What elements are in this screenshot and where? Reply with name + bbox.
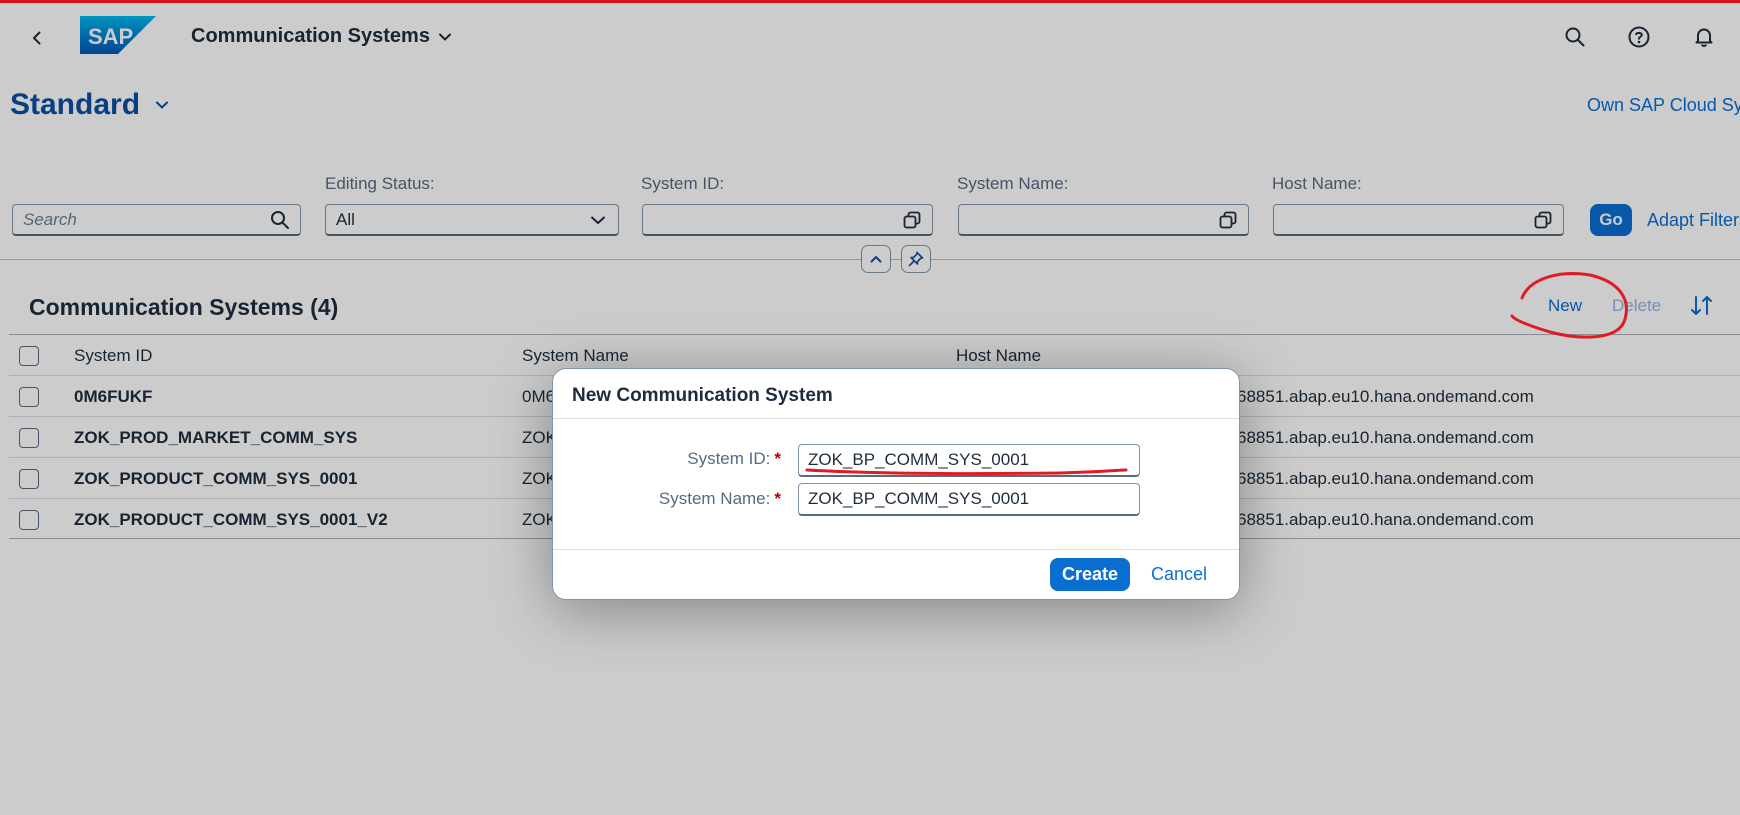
dialog-title: New Communication System (572, 385, 833, 406)
dialog-header-separator (553, 418, 1239, 419)
app-root: SAP Communication Systems Standard Own S… (0, 0, 1740, 815)
required-marker: * (774, 489, 781, 508)
dialog-footer-separator (553, 549, 1239, 550)
top-accent-line (0, 0, 1740, 3)
system-id-label-text: System ID: (687, 449, 771, 468)
system-id-input[interactable] (798, 444, 1140, 477)
system-name-input[interactable] (798, 483, 1140, 516)
required-marker: * (774, 449, 781, 468)
system-name-field-label: System Name: * (581, 489, 781, 509)
cancel-button[interactable]: Cancel (1151, 564, 1207, 585)
create-button[interactable]: Create (1050, 558, 1130, 591)
new-communication-system-dialog: New Communication System System ID:* Sys… (552, 368, 1240, 600)
system-id-field-label: System ID: * (581, 449, 781, 469)
system-name-label-text: System Name: (658, 489, 771, 508)
